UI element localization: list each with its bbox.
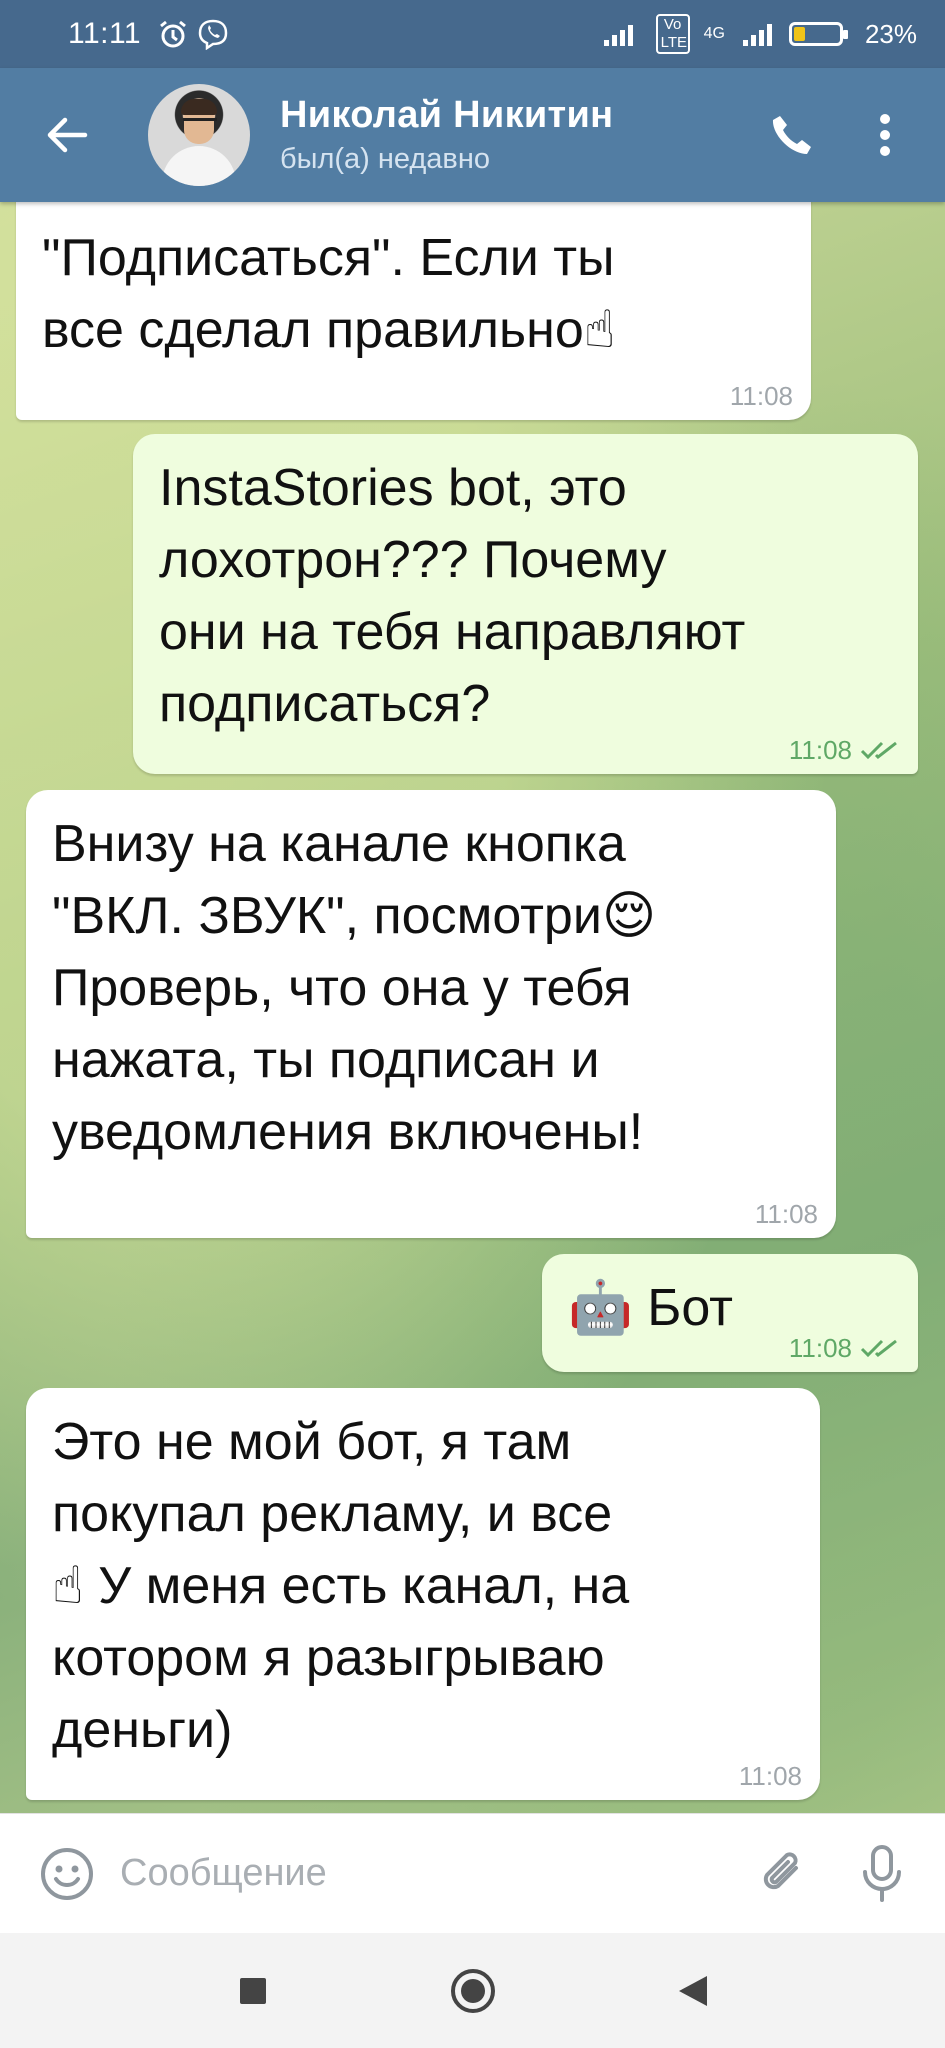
system-nav-bar: [0, 1933, 945, 2048]
microphone-icon: [863, 1844, 901, 1902]
relieved-face-emoji: 😌: [601, 886, 657, 946]
system-back-button[interactable]: [658, 1956, 728, 2026]
call-button[interactable]: [761, 105, 821, 165]
status-left-icons: [157, 18, 229, 50]
emoji-button[interactable]: [32, 1839, 102, 1909]
signal-icon: [603, 25, 633, 46]
contact-info[interactable]: Николай Никитин был(а) недавно: [280, 94, 613, 176]
recents-button[interactable]: [218, 1956, 288, 2026]
message-meta: 11:08: [755, 1200, 818, 1228]
back-arrow-icon: [47, 117, 88, 153]
message-time: 11:08: [788, 735, 852, 765]
message-rest: Проверь, что она у тебя нажата, ты подпи…: [52, 959, 644, 1161]
message-line-2: У меня есть канал, на: [83, 1557, 630, 1615]
double-check-icon: [860, 741, 897, 760]
volte-badge: Vo LTE: [655, 14, 690, 54]
message-time: 11:08: [729, 381, 793, 411]
message-time: 11:08: [788, 1333, 852, 1363]
contact-name: Николай Никитин: [280, 94, 614, 136]
message-line-2: "ВКЛ. ЗВУК", посмотри: [52, 887, 602, 945]
message-rest: котором я разыгрываю деньги): [52, 1629, 605, 1759]
more-vert-icon: [880, 114, 890, 156]
message-meta: 11:08: [789, 736, 900, 764]
more-button[interactable]: [855, 105, 915, 165]
wifi-icon: [742, 24, 772, 46]
network-type-label: 4G: [703, 25, 725, 42]
message-meta: 11:08: [789, 1334, 900, 1362]
message-time: 11:08: [754, 1199, 818, 1229]
header-actions: [761, 105, 915, 165]
recents-square-icon: [239, 1977, 266, 2004]
phone-icon: [772, 116, 811, 154]
message-outgoing[interactable]: InstaStories bot, это лохотрон??? Почему…: [133, 434, 918, 774]
message-outgoing[interactable]: 🤖 Бот 11:08: [542, 1254, 918, 1372]
message-text: Это не мой бот, я там покупал рекламу, и…: [52, 1406, 796, 1766]
double-check-icon: [860, 1339, 897, 1358]
point-up-emoji: ☝: [52, 1556, 84, 1616]
message-incoming[interactable]: Это не мой бот, я там покупал рекламу, и…: [26, 1388, 820, 1800]
avatar[interactable]: [148, 84, 250, 186]
home-button[interactable]: [438, 1956, 508, 2026]
message-compose-bar: [0, 1813, 945, 1933]
message-line-1: Внизу на канале кнопка: [52, 815, 626, 873]
smile-icon: [41, 1847, 93, 1900]
point-up-emoji: ☝: [583, 300, 616, 360]
attach-button[interactable]: [749, 1839, 819, 1909]
message-input[interactable]: [120, 1833, 749, 1914]
paperclip-icon: [763, 1851, 798, 1889]
battery-icon: [788, 22, 848, 46]
message-text-content: "Подписаться". Если ты все сделал правил…: [42, 229, 615, 359]
viber-icon: [198, 19, 228, 50]
message-text: Внизу на канале кнопка "ВКЛ. ЗВУК", посм…: [52, 808, 812, 1168]
message-time: 11:08: [738, 1761, 802, 1791]
chat-header: Николай Никитин был(а) недавно: [0, 68, 945, 202]
message-line-1: Это не мой бот, я там покупал рекламу, и…: [52, 1413, 613, 1543]
status-right: Vo LTE 4G 23%: [602, 14, 917, 54]
chat-area[interactable]: "Подписаться". Если ты все сделал правил…: [0, 202, 945, 1813]
status-bar: 11:11 Vo LTE 4G 23%: [0, 0, 945, 68]
message-meta: 11:08: [730, 382, 793, 410]
message-meta: 11:08: [739, 1762, 802, 1790]
home-circle-icon: [450, 1968, 495, 2013]
voice-record-button[interactable]: [847, 1839, 917, 1909]
message-text: "Подписаться". Если ты все сделал правил…: [42, 222, 787, 366]
status-time: 11:11: [68, 17, 142, 50]
alarm-icon: [160, 20, 187, 48]
back-button[interactable]: [30, 98, 104, 172]
contact-status: был(а) недавно: [280, 143, 490, 175]
battery-percent: 23%: [864, 18, 917, 49]
message-text: InstaStories bot, это лохотрон??? Почему…: [159, 459, 746, 733]
message-incoming[interactable]: "Подписаться". Если ты все сделал правил…: [16, 202, 811, 420]
message-text-content: Бот: [647, 1279, 733, 1337]
back-triangle-icon: [678, 1975, 707, 2006]
robot-emoji: 🤖: [568, 1278, 633, 1338]
message-incoming[interactable]: Внизу на канале кнопка "ВКЛ. ЗВУК", посм…: [26, 790, 836, 1238]
